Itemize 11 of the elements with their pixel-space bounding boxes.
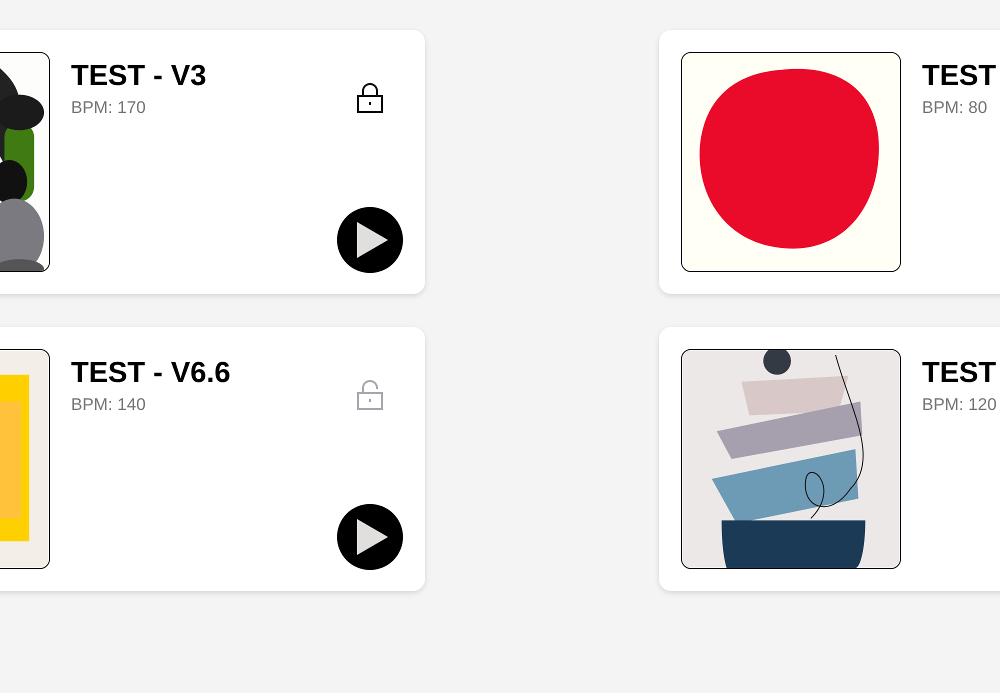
play-button[interactable] xyxy=(337,207,403,273)
track-title: TEST xyxy=(922,59,998,94)
bpm-label: BPM: 140 xyxy=(71,395,147,415)
bpm-label: BPM: 170 xyxy=(71,98,147,118)
play-button[interactable] xyxy=(337,504,403,570)
lock-icon[interactable] xyxy=(356,82,384,114)
bpm-label: BPM: 120 xyxy=(922,395,998,415)
track-title: TEST - V6.6 xyxy=(71,356,232,391)
track-title: TEST xyxy=(922,356,998,391)
track-title: TEST - V3 xyxy=(71,59,208,94)
bpm-label: BPM: 80 xyxy=(922,98,988,118)
